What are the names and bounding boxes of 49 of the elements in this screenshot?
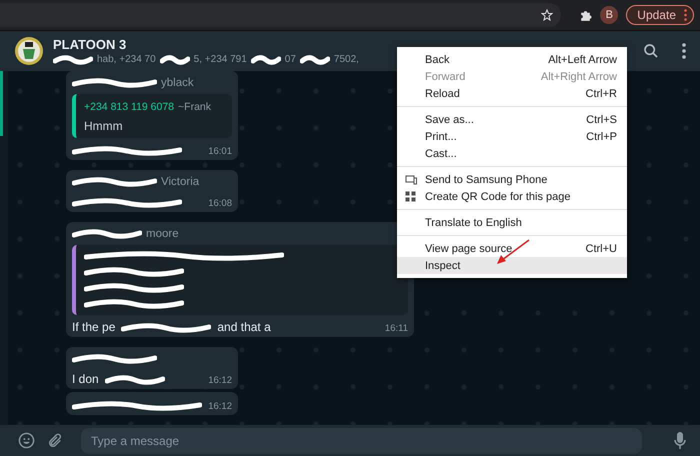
participants-text: 7502, — [334, 54, 359, 65]
more-icon — [684, 9, 687, 21]
group-avatar-icon[interactable] — [14, 36, 44, 66]
quoted-text: Hmmm — [84, 119, 124, 133]
menu-item[interactable]: Create QR Code for this page — [397, 188, 627, 205]
menu-item[interactable]: Inspect — [397, 257, 627, 274]
scribble-mark — [72, 228, 142, 240]
menu-item[interactable]: Reload Ctrl+R — [397, 85, 627, 102]
sender-name: Victoria — [161, 176, 200, 188]
menu-item[interactable]: Save as... Ctrl+S — [397, 111, 627, 128]
scribble-mark — [160, 54, 190, 66]
message-input[interactable]: Type a message — [81, 428, 642, 454]
scribble-mark — [300, 54, 330, 66]
search-icon[interactable] — [643, 43, 659, 59]
message-text: If the pe — [72, 320, 116, 334]
quoted-sender: +234 813 119 6078 — [84, 101, 174, 113]
message-time: 16:12 — [208, 375, 232, 386]
attach-icon[interactable] — [47, 432, 63, 448]
star-icon[interactable] — [541, 9, 554, 21]
message-time: 16:08 — [208, 198, 232, 209]
menu-item[interactable]: Send to Samsung Phone — [397, 171, 627, 188]
scribble-mark — [104, 374, 165, 386]
puzzle-icon[interactable] — [579, 8, 592, 22]
message-time: 16:11 — [384, 323, 408, 334]
menu-item[interactable]: Translate to English — [397, 214, 627, 231]
sender-name: moore — [146, 228, 179, 240]
message-time: 16:01 — [208, 146, 232, 157]
sender-name: yblack — [161, 77, 194, 89]
update-button[interactable]: Update — [626, 5, 694, 25]
participants-text: 07 — [284, 54, 296, 65]
participants-text: hab, +234 70 — [97, 54, 156, 65]
menu-item[interactable]: Back Alt+Left Arrow — [397, 51, 627, 68]
quoted-author: ~Frank — [178, 101, 212, 113]
participants-text: 5, +234 791 — [194, 54, 247, 65]
microphone-icon[interactable] — [674, 432, 686, 450]
chat-title: PLATOON 3 — [53, 36, 128, 52]
message-time: 16:12 — [208, 401, 232, 412]
menu-icon[interactable] — [682, 43, 686, 59]
devices-icon — [405, 174, 417, 184]
profile-avatar[interactable]: B — [600, 6, 618, 24]
scribble-mark — [53, 54, 93, 66]
menu-item[interactable]: Cast... — [397, 145, 627, 162]
scribble-mark — [250, 54, 281, 66]
emoji-icon[interactable] — [18, 432, 35, 449]
menu-item[interactable]: Print... Ctrl+P — [397, 128, 627, 145]
message-text: I don — [72, 372, 99, 386]
menu-item[interactable]: View page source Ctrl+U — [397, 240, 627, 257]
message-text: and that a — [217, 320, 271, 334]
qr-code-icon — [405, 191, 416, 202]
